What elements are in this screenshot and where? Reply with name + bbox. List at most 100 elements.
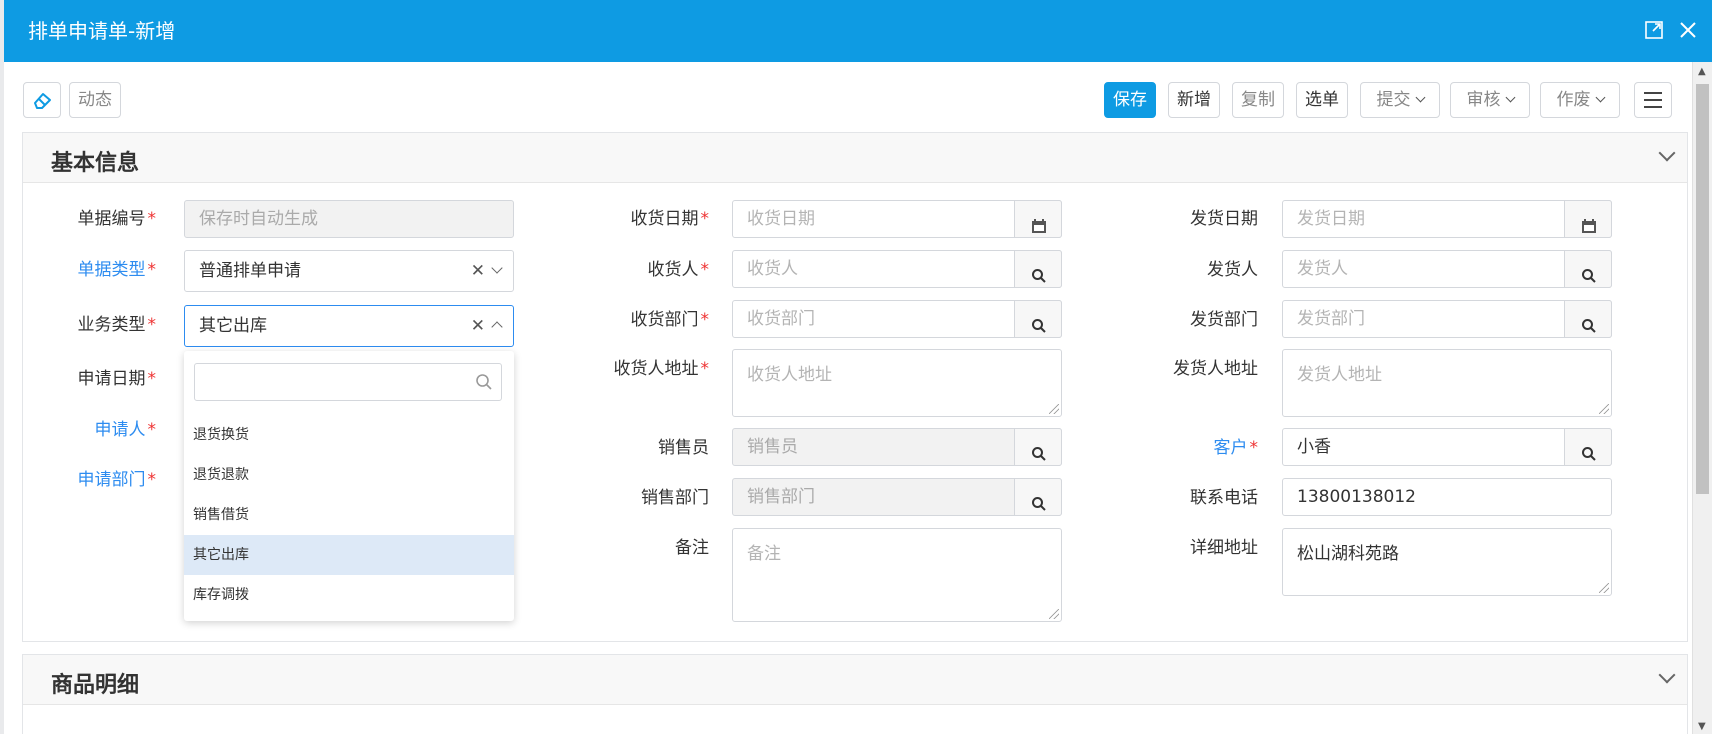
- phone-input[interactable]: 13800138012: [1282, 478, 1612, 516]
- doc-type-value: 普通排单申请: [199, 261, 301, 281]
- dropdown-item[interactable]: 退货换货: [184, 415, 514, 455]
- recv-dept-input[interactable]: 收货部门: [732, 300, 1062, 338]
- goods-detail-header[interactable]: 商品明细: [23, 655, 1687, 705]
- dropdown-search-input[interactable]: [194, 363, 502, 401]
- resize-handle-icon[interactable]: [1599, 583, 1609, 593]
- receiver-label: 收货人 *: [647, 260, 710, 280]
- close-icon[interactable]: [1678, 20, 1700, 42]
- chevron-up-icon[interactable]: [491, 321, 503, 333]
- ship-dept-search-button[interactable]: [1564, 300, 1612, 338]
- shipper-input[interactable]: 发货人: [1282, 250, 1612, 288]
- resize-handle-icon[interactable]: [1049, 609, 1059, 619]
- salesman-label: 销售员: [658, 438, 709, 458]
- search-icon: [1031, 261, 1047, 297]
- ship-dept-input[interactable]: 发货部门: [1282, 300, 1612, 338]
- chevron-down-icon[interactable]: [1658, 144, 1676, 162]
- dropdown-item[interactable]: 销售借货: [184, 495, 514, 535]
- chevron-down-icon[interactable]: [491, 262, 503, 274]
- remark-textarea[interactable]: 备注: [732, 528, 1062, 622]
- doc-type-select[interactable]: 普通排单申请 ✕: [184, 250, 514, 292]
- search-icon: [475, 373, 493, 395]
- doc-type-label[interactable]: 单据类型 *: [44, 258, 157, 282]
- dynamic-button[interactable]: 动态: [69, 82, 121, 118]
- chevron-down-icon: [1505, 92, 1515, 103]
- void-dropdown-button[interactable]: 作废: [1540, 82, 1620, 118]
- recv-dept-label: 收货部门 *: [630, 310, 710, 330]
- clear-button[interactable]: [23, 82, 61, 118]
- clear-icon[interactable]: ✕: [471, 306, 485, 346]
- applicant-label[interactable]: 申请人 *: [44, 418, 157, 442]
- dropdown-item[interactable]: 退货退款: [184, 455, 514, 495]
- biz-type-value: 其它出库: [199, 316, 267, 336]
- ship-date-label: 发货日期: [1190, 209, 1258, 229]
- dropdown-item-selected[interactable]: 其它出库: [184, 535, 514, 575]
- dropdown-item[interactable]: 库存调拨: [184, 575, 514, 615]
- hamburger-menu-icon: [1643, 92, 1663, 114]
- salesman-input: 销售员: [732, 428, 1062, 466]
- ship-addr-textarea[interactable]: 发货人地址: [1282, 349, 1612, 417]
- doc-no-field: 保存时自动生成: [184, 200, 514, 238]
- apply-dept-label[interactable]: 申请部门 *: [44, 468, 157, 492]
- customer-search-button[interactable]: [1564, 428, 1612, 466]
- customer-label[interactable]: 客户 *: [1114, 436, 1259, 460]
- dialog-titlebar: 排单申请单-新增: [4, 0, 1712, 62]
- clear-icon[interactable]: ✕: [471, 251, 485, 291]
- chevron-down-icon: [1595, 92, 1605, 103]
- resize-handle-icon[interactable]: [1049, 404, 1059, 414]
- copy-button[interactable]: 复制: [1232, 82, 1284, 118]
- goods-detail-panel: 商品明细: [22, 654, 1688, 734]
- new-button[interactable]: 新增: [1168, 82, 1220, 118]
- doc-no-label: 单据编号 *: [77, 209, 157, 229]
- basic-info-header[interactable]: 基本信息: [23, 133, 1687, 183]
- recv-date-input[interactable]: 收货日期: [732, 200, 1062, 238]
- submit-dropdown-button[interactable]: 提交: [1360, 82, 1440, 118]
- chevron-down-icon: [1415, 92, 1425, 103]
- dialog: 排单申请单-新增 动态 保存 新增 复制 选单 提交 审核 作废 基本信息 商品…: [4, 0, 1712, 734]
- calendar-icon: [1581, 211, 1597, 247]
- shipper-search-button[interactable]: [1564, 250, 1612, 288]
- void-label: 作废: [1556, 90, 1591, 110]
- biz-type-dropdown: 退货换货 退货退款 销售借货 其它出库 库存调拨: [184, 351, 514, 621]
- submit-label: 提交: [1376, 90, 1411, 110]
- scrollbar-thumb[interactable]: [1696, 84, 1709, 494]
- ship-date-input[interactable]: 发货日期: [1282, 200, 1612, 238]
- scroll-down-icon[interactable]: ▼: [1698, 721, 1706, 732]
- menu-button[interactable]: [1634, 82, 1672, 118]
- search-icon: [1031, 439, 1047, 475]
- apply-date-label: 申请日期 *: [77, 369, 157, 389]
- search-icon: [1031, 311, 1047, 347]
- recv-date-label: 收货日期 *: [630, 209, 710, 229]
- calendar-button[interactable]: [1564, 200, 1612, 238]
- detail-addr-textarea[interactable]: 松山湖科苑路: [1282, 528, 1612, 596]
- sales-dept-input: 销售部门: [732, 478, 1062, 516]
- ship-dept-label: 发货部门: [1190, 310, 1258, 330]
- ship-addr-label: 发货人地址: [1173, 359, 1258, 379]
- salesman-search-button[interactable]: [1014, 428, 1062, 466]
- audit-dropdown-button[interactable]: 审核: [1450, 82, 1530, 118]
- resize-handle-icon[interactable]: [1599, 404, 1609, 414]
- biz-type-select[interactable]: 其它出库 ✕: [184, 305, 514, 347]
- receiver-search-button[interactable]: [1014, 250, 1062, 288]
- sales-dept-search-button[interactable]: [1014, 478, 1062, 516]
- customer-input[interactable]: 小香: [1282, 428, 1612, 466]
- maximize-icon[interactable]: [1644, 20, 1666, 42]
- calendar-icon: [1031, 211, 1047, 247]
- search-icon: [1581, 439, 1597, 475]
- save-button[interactable]: 保存: [1104, 82, 1156, 118]
- recv-addr-textarea[interactable]: 收货人地址: [732, 349, 1062, 417]
- audit-label: 审核: [1466, 90, 1501, 110]
- chevron-down-icon[interactable]: [1658, 666, 1676, 684]
- scroll-up-icon[interactable]: ▲: [1698, 66, 1706, 77]
- calendar-button[interactable]: [1014, 200, 1062, 238]
- select-order-button[interactable]: 选单: [1296, 82, 1348, 118]
- phone-label: 联系电话: [1190, 488, 1258, 508]
- vertical-scrollbar[interactable]: ▲ ▼: [1692, 62, 1712, 734]
- search-icon: [1031, 489, 1047, 525]
- receiver-input[interactable]: 收货人: [732, 250, 1062, 288]
- biz-type-label: 业务类型 *: [77, 315, 157, 335]
- recv-dept-search-button[interactable]: [1014, 300, 1062, 338]
- dialog-title: 排单申请单-新增: [28, 19, 176, 43]
- recv-addr-label: 收货人地址 *: [613, 359, 710, 379]
- shipper-label: 发货人: [1207, 260, 1258, 280]
- sales-dept-label: 销售部门: [641, 488, 709, 508]
